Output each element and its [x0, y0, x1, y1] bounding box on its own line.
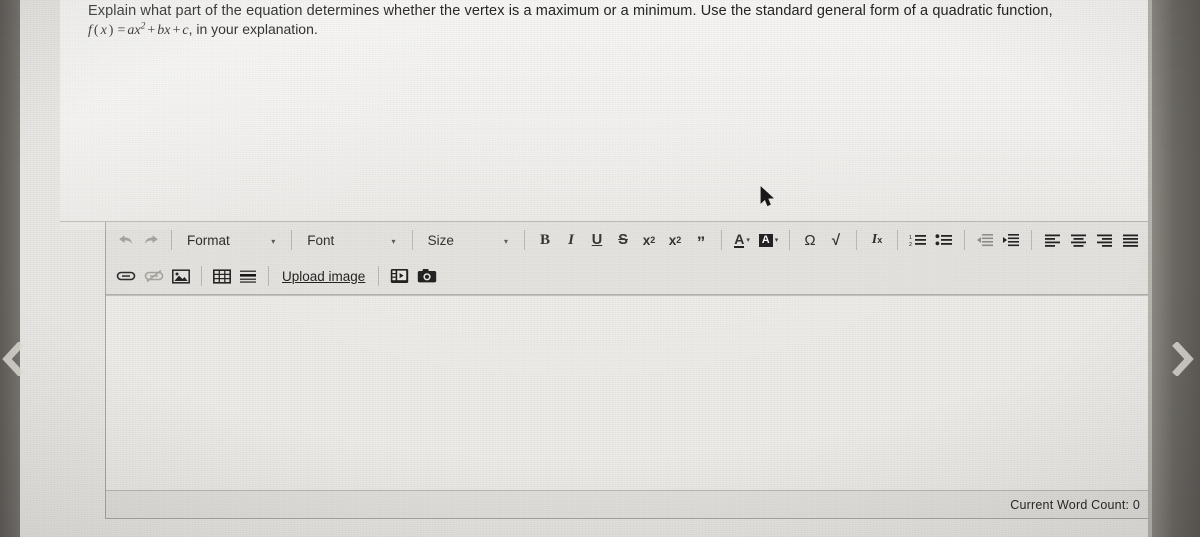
- size-dropdown[interactable]: Size ▾: [420, 227, 517, 253]
- next-question-button[interactable]: [1170, 341, 1196, 377]
- special-character-button[interactable]: Ω: [797, 227, 823, 253]
- subscript-mark: 2: [650, 235, 656, 245]
- align-left-icon[interactable]: [1039, 227, 1065, 253]
- formula-equals: =: [117, 23, 126, 38]
- toolbar-separator: [897, 230, 899, 250]
- bold-button[interactable]: B: [532, 227, 558, 253]
- toolbar-separator: [268, 266, 269, 286]
- remove-format-button[interactable]: Ix: [864, 227, 890, 253]
- font-dropdown[interactable]: Font ▾: [299, 227, 404, 253]
- redo-icon[interactable]: [138, 227, 164, 253]
- webcam-capture-icon[interactable]: [413, 263, 441, 289]
- formula-open-paren: (: [93, 23, 99, 38]
- superscript-base: x: [668, 232, 677, 248]
- chevron-down-icon: ▾: [746, 237, 750, 244]
- background-color-button[interactable]: A ▾: [755, 227, 782, 253]
- chevron-down-icon: ▾: [271, 236, 276, 246]
- page-body: Explain what part of the equation determ…: [20, 0, 1166, 537]
- text-color-button[interactable]: A ▾: [729, 227, 755, 253]
- text-color-icon: A: [734, 230, 745, 248]
- superscript-button[interactable]: x2: [662, 227, 688, 253]
- toolbar-row-2: Upload image: [106, 258, 1164, 294]
- link-icon[interactable]: [112, 263, 140, 289]
- svg-text:1: 1: [909, 235, 912, 241]
- previous-question-button[interactable]: [0, 341, 26, 377]
- formula-plus-2: +: [172, 23, 181, 38]
- toolbar-separator: [291, 230, 293, 250]
- formula-tail-text: , in your explanation.: [188, 21, 318, 37]
- horizontal-rule-icon[interactable]: [235, 263, 261, 289]
- indent-icon[interactable]: [998, 227, 1024, 253]
- image-icon[interactable]: [168, 263, 194, 289]
- chevron-down-icon: ▾: [504, 236, 509, 246]
- toolbar-separator: [201, 266, 202, 286]
- screen-bezel-left: [0, 0, 20, 537]
- formula-x1: x: [100, 23, 107, 38]
- question-prompt-text: Explain what part of the equation determ…: [88, 3, 1053, 19]
- spell-check-button[interactable]: √: [823, 227, 849, 253]
- subscript-base: x: [642, 232, 651, 248]
- toolbar-separator: [789, 230, 791, 250]
- screenshot-photo: Explain what part of the equation determ…: [0, 0, 1200, 537]
- font-dropdown-label: Font: [307, 232, 335, 248]
- toolbar-row-1: Format ▾ Font ▾ Size ▾ B I U S x 2 x 2 ”…: [106, 222, 1164, 258]
- toolbar-separator: [856, 230, 858, 250]
- format-dropdown-label: Format: [187, 232, 230, 248]
- justify-icon[interactable]: [1117, 227, 1143, 253]
- underline-button[interactable]: U: [584, 227, 610, 253]
- rich-text-editor: Format ▾ Font ▾ Size ▾ B I U S x 2 x 2 ”…: [105, 222, 1166, 519]
- toolbar-separator: [378, 266, 380, 286]
- superscript-mark: 2: [676, 235, 682, 245]
- toolbar-separator: [964, 230, 966, 250]
- formula-plus-1: +: [147, 23, 156, 38]
- table-icon[interactable]: [209, 263, 235, 289]
- size-dropdown-label: Size: [427, 232, 454, 248]
- toolbar-separator: [411, 230, 413, 250]
- unlink-icon[interactable]: [140, 263, 168, 289]
- insert-video-icon[interactable]: [386, 263, 413, 289]
- numbered-list-icon[interactable]: 1 2: [905, 227, 931, 253]
- italic-button[interactable]: I: [558, 227, 584, 253]
- toolbar-separator: [1031, 230, 1033, 250]
- question-formula: f(x) = ax2 + bx + c, in your explanation.: [88, 21, 318, 39]
- background-color-icon: A: [758, 233, 773, 247]
- align-center-icon[interactable]: [1065, 227, 1091, 253]
- remove-format-mark: x: [877, 235, 883, 245]
- toolbar-separator: [524, 230, 526, 250]
- blockquote-button[interactable]: ”: [688, 230, 714, 256]
- format-dropdown[interactable]: Format ▾: [179, 227, 284, 253]
- toolbar-separator: [721, 230, 723, 250]
- editor-status-bar: Current Word Count: 0: [106, 490, 1166, 518]
- chevron-down-icon: ▾: [774, 237, 779, 244]
- word-count-label: Current Word Count: 0: [1010, 497, 1140, 512]
- subscript-button[interactable]: x2: [636, 227, 662, 253]
- outdent-icon[interactable]: [972, 227, 998, 253]
- strikethrough-button[interactable]: S: [610, 227, 636, 253]
- question-pane: Explain what part of the equation determ…: [60, 0, 1152, 222]
- bulleted-list-icon[interactable]: [931, 227, 957, 253]
- align-right-icon[interactable]: [1091, 227, 1117, 253]
- toolbar-separator: [171, 230, 172, 250]
- screen-bezel-right: [1152, 0, 1200, 537]
- chevron-down-icon: ▾: [391, 236, 396, 246]
- svg-text:2: 2: [909, 242, 912, 247]
- upload-image-link[interactable]: Upload image: [276, 269, 371, 284]
- editor-text-area[interactable]: [106, 295, 1166, 491]
- undo-icon[interactable]: [112, 227, 138, 253]
- editor-toolbar: Format ▾ Font ▾ Size ▾ B I U S x 2 x 2 ”…: [106, 222, 1164, 295]
